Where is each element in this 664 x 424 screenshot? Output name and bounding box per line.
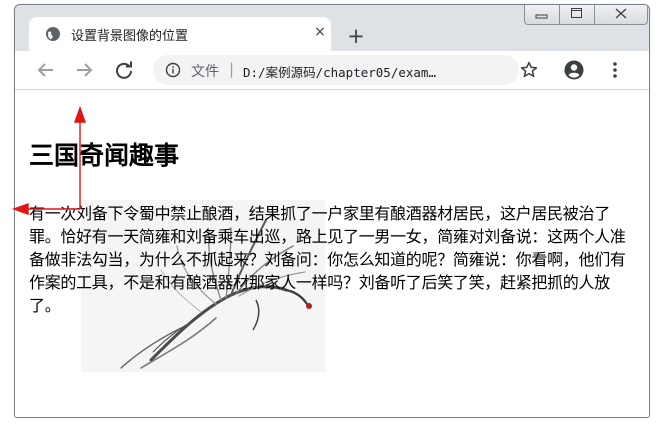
new-tab-button[interactable]: + <box>345 25 367 47</box>
star-icon[interactable] <box>519 60 539 80</box>
url-text[interactable]: D:/案例源码/chapter05/exam… <box>243 62 493 81</box>
arrow-right-icon[interactable] <box>73 59 95 81</box>
page-content: 三国奇闻趣事 有一次刘备下令蜀中禁止酿酒，结果抓了一户家里有酿酒器材居民，这户居… <box>15 90 649 417</box>
window-controls <box>524 5 649 25</box>
browser-window: 设置背景图像的位置 × + 文件 | D:/案例源码/chapter05/exa… <box>14 4 650 418</box>
address-bar[interactable]: 文件 | D:/案例源码/chapter05/exam… <box>153 55 519 85</box>
browser-tab[interactable]: 设置背景图像的位置 × <box>29 17 331 51</box>
account-circle-icon[interactable] <box>563 59 585 81</box>
story-paragraph: 有一次刘备下令蜀中禁止酿酒，结果抓了一户家里有酿酒器材居民，这户居民被治了罪。恰… <box>29 204 626 315</box>
tab-close-button[interactable]: × <box>311 23 329 41</box>
info-icon[interactable] <box>165 62 181 78</box>
close-icon <box>615 8 627 19</box>
url-scheme-label: 文件 <box>191 64 219 80</box>
tab-title: 设置背景图像的位置 <box>71 29 189 44</box>
url-separator: | <box>229 60 235 78</box>
minimize-icon <box>535 14 548 19</box>
close-window-button[interactable] <box>594 5 648 25</box>
minimize-button[interactable] <box>524 5 560 25</box>
title-bar: 设置背景图像的位置 × + <box>15 5 649 51</box>
browser-toolbar: 文件 | D:/案例源码/chapter05/exam… <box>15 51 649 90</box>
page-title: 三国奇闻趣事 <box>29 141 180 170</box>
maximize-button[interactable] <box>559 5 595 25</box>
arrow-left-icon[interactable] <box>35 59 57 81</box>
maximize-icon <box>571 8 582 18</box>
more-vert-icon[interactable] <box>605 60 625 80</box>
globe-icon <box>46 27 60 41</box>
reload-icon[interactable] <box>113 59 135 81</box>
